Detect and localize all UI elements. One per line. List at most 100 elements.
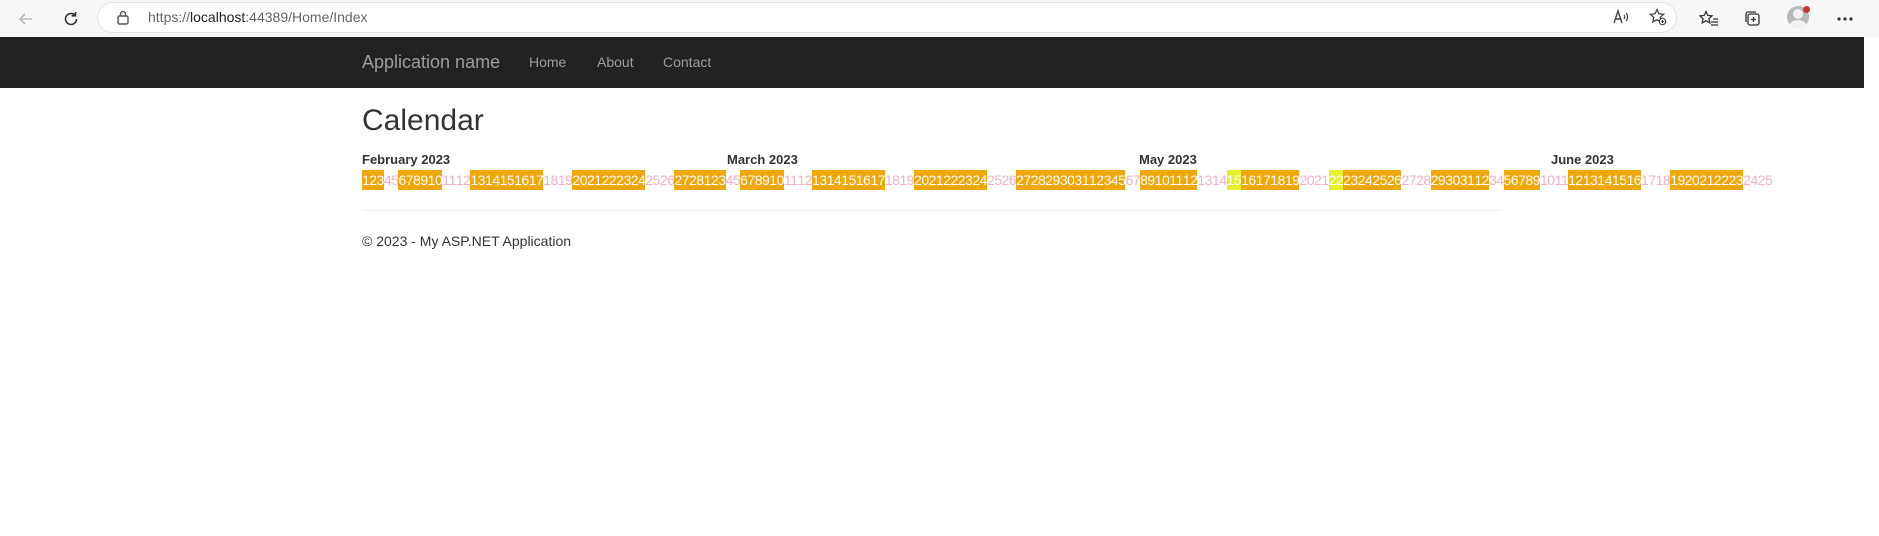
calendar-day[interactable]: 27 bbox=[1401, 170, 1416, 190]
calendar-day[interactable]: 24 bbox=[1357, 170, 1373, 190]
calendar-day[interactable]: 4 bbox=[726, 170, 734, 190]
calendar-day[interactable]: 10 bbox=[1540, 170, 1555, 190]
calendar-day[interactable]: 7 bbox=[747, 170, 755, 190]
calendar-day[interactable]: 6 bbox=[1510, 170, 1519, 190]
calendar-day[interactable]: 7 bbox=[1133, 170, 1141, 190]
more-options-icon[interactable] bbox=[1832, 6, 1858, 32]
calendar-day[interactable]: 17 bbox=[1255, 170, 1271, 190]
calendar-day[interactable]: 19 bbox=[1670, 170, 1685, 190]
calendar-day[interactable]: 2 bbox=[1481, 170, 1489, 190]
calendar-day[interactable]: 14 bbox=[1212, 170, 1227, 190]
calendar-day[interactable]: 15 bbox=[1611, 170, 1627, 190]
calendar-day[interactable]: 12 bbox=[1182, 170, 1198, 190]
calendar-day[interactable]: 27 bbox=[674, 170, 690, 190]
calendar-day[interactable]: 8 bbox=[1525, 170, 1533, 190]
calendar-day[interactable]: 29 bbox=[1430, 170, 1446, 190]
calendar-day[interactable]: 14 bbox=[484, 170, 500, 190]
calendar-day[interactable]: 11 bbox=[442, 170, 456, 190]
calendar-day[interactable]: 8 bbox=[754, 170, 763, 190]
calendar-day[interactable]: 25 bbox=[1372, 170, 1387, 190]
calendar-day[interactable]: 23 bbox=[1343, 170, 1358, 190]
calendar-day[interactable]: 11 bbox=[1169, 170, 1183, 190]
calendar-day[interactable]: 10 bbox=[1154, 170, 1170, 190]
calendar-day[interactable]: 14 bbox=[1597, 170, 1612, 190]
calendar-day[interactable]: 4 bbox=[384, 170, 392, 190]
calendar-day[interactable]: 13 bbox=[1197, 170, 1212, 190]
calendar-day[interactable]: 13 bbox=[470, 170, 485, 190]
calendar-day[interactable]: 7 bbox=[1518, 170, 1526, 190]
calendar-day[interactable]: 25 bbox=[1758, 170, 1773, 190]
calendar-day[interactable]: 22 bbox=[1328, 170, 1344, 190]
calendar-day[interactable]: 31 bbox=[1459, 170, 1475, 190]
calendar-day[interactable]: 5 bbox=[1503, 170, 1511, 190]
calendar-day[interactable]: 26 bbox=[1002, 170, 1017, 190]
calendar-day[interactable]: 5 bbox=[1118, 170, 1126, 190]
calendar-day[interactable]: 23 bbox=[1728, 170, 1744, 190]
calendar-day[interactable]: 26 bbox=[1386, 170, 1402, 190]
calendar-day[interactable]: 24 bbox=[630, 170, 646, 190]
calendar-day[interactable]: 6 bbox=[1125, 170, 1133, 190]
calendar-day[interactable]: 15 bbox=[841, 170, 856, 190]
calendar-day[interactable]: 10 bbox=[427, 170, 443, 190]
page-scrollbar[interactable] bbox=[1864, 37, 1879, 536]
calendar-day[interactable]: 31 bbox=[1074, 170, 1089, 190]
calendar-day[interactable]: 16 bbox=[1626, 170, 1642, 190]
calendar-day[interactable]: 17 bbox=[870, 170, 885, 190]
calendar-day[interactable]: 28 bbox=[689, 170, 704, 190]
calendar-day[interactable]: 20 bbox=[914, 170, 929, 190]
calendar-day[interactable]: 15 bbox=[499, 170, 515, 190]
calendar-day[interactable]: 6 bbox=[740, 170, 748, 190]
calendar-day[interactable]: 18 bbox=[1656, 170, 1671, 190]
calendar-day[interactable]: 22 bbox=[601, 170, 617, 190]
nav-home[interactable]: Home bbox=[529, 54, 566, 70]
calendar-day[interactable]: 4 bbox=[1110, 170, 1119, 190]
calendar-day[interactable]: 21 bbox=[928, 170, 944, 190]
calendar-day[interactable]: 26 bbox=[660, 170, 675, 190]
calendar-day[interactable]: 18 bbox=[1270, 170, 1285, 190]
calendar-day[interactable]: 3 bbox=[1489, 170, 1497, 190]
nav-contact[interactable]: Contact bbox=[663, 54, 711, 70]
brand-link[interactable]: Application name bbox=[362, 52, 500, 73]
calendar-day[interactable]: 29 bbox=[1045, 170, 1060, 190]
calendar-day[interactable]: 24 bbox=[972, 170, 987, 190]
calendar-day[interactable]: 30 bbox=[1059, 170, 1075, 190]
calendar-day[interactable]: 18 bbox=[885, 170, 900, 190]
calendar-day[interactable]: 19 bbox=[1284, 170, 1300, 190]
address-bar[interactable]: https://localhost:44389/Home/Index bbox=[98, 3, 1676, 32]
calendar-day[interactable]: 28 bbox=[1416, 170, 1431, 190]
add-favorite-icon[interactable] bbox=[1645, 4, 1671, 30]
calendar-day[interactable]: 22 bbox=[1713, 170, 1729, 190]
calendar-day[interactable]: 1 bbox=[703, 170, 711, 190]
calendar-day[interactable]: 25 bbox=[987, 170, 1002, 190]
calendar-day[interactable]: 20 bbox=[1299, 170, 1314, 190]
nav-about[interactable]: About bbox=[597, 54, 634, 70]
calendar-day[interactable]: 20 bbox=[572, 170, 587, 190]
calendar-day[interactable]: 12 bbox=[797, 170, 812, 190]
calendar-day[interactable]: 11 bbox=[784, 170, 798, 190]
calendar-day[interactable]: 23 bbox=[957, 170, 973, 190]
calendar-day[interactable]: 7 bbox=[405, 170, 414, 190]
calendar-day[interactable]: 16 bbox=[855, 170, 871, 190]
calendar-day[interactable]: 13 bbox=[812, 170, 827, 190]
calendar-day[interactable]: 18 bbox=[543, 170, 558, 190]
calendar-day[interactable]: 22 bbox=[943, 170, 958, 190]
calendar-day[interactable]: 2 bbox=[1096, 170, 1104, 190]
calendar-day[interactable]: 19 bbox=[558, 170, 573, 190]
calendar-day[interactable]: 24 bbox=[1743, 170, 1758, 190]
calendar-day[interactable]: 2 bbox=[710, 170, 719, 190]
calendar-day[interactable]: 28 bbox=[1030, 170, 1046, 190]
calendar-day[interactable]: 11 bbox=[1555, 170, 1569, 190]
calendar-day[interactable]: 20 bbox=[1684, 170, 1700, 190]
calendar-day[interactable]: 17 bbox=[1641, 170, 1656, 190]
calendar-day[interactable]: 1 bbox=[1088, 170, 1097, 190]
calendar-day[interactable]: 3 bbox=[1103, 170, 1111, 190]
calendar-day[interactable]: 9 bbox=[762, 170, 770, 190]
calendar-day[interactable]: 2 bbox=[369, 170, 377, 190]
calendar-day[interactable]: 9 bbox=[420, 170, 428, 190]
calendar-day[interactable]: 1 bbox=[362, 170, 370, 190]
calendar-day[interactable]: 10 bbox=[769, 170, 784, 190]
calendar-day[interactable]: 30 bbox=[1445, 170, 1460, 190]
read-aloud-icon[interactable] bbox=[1608, 4, 1634, 30]
calendar-day[interactable]: 1 bbox=[1474, 170, 1482, 190]
calendar-day[interactable]: 14 bbox=[826, 170, 842, 190]
